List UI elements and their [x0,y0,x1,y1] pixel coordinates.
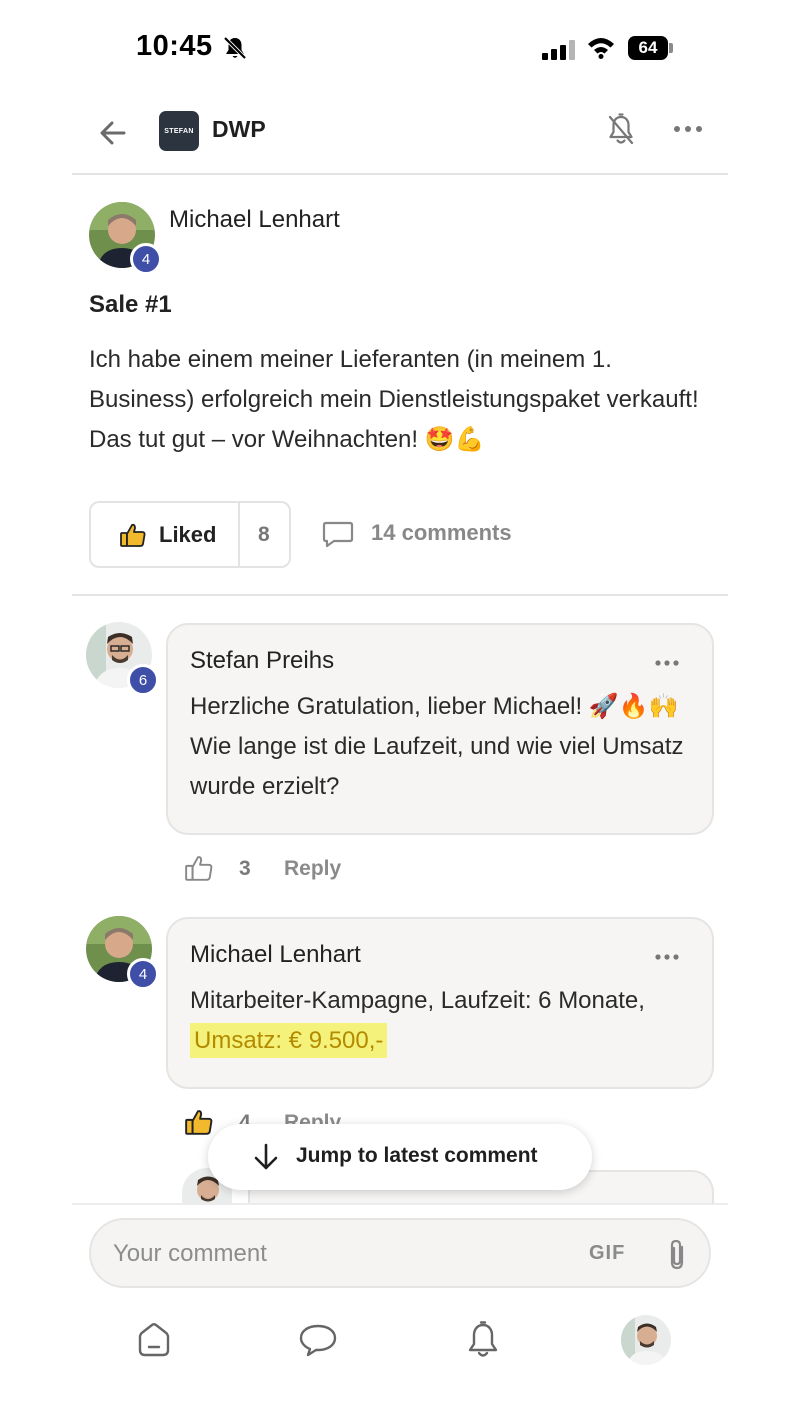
status-bar: 10:45 64 [0,0,800,96]
group-logo[interactable]: STEFAN [159,111,199,151]
jump-to-latest-label: Jump to latest comment [296,1144,538,1167]
comment-text-highlight: Umsatz: € 9.500,- [190,1023,388,1058]
jump-to-latest-button[interactable]: Jump to latest comment [208,1124,592,1190]
group-logo-text: STEFAN [164,127,194,135]
profile-avatar[interactable] [621,1315,671,1365]
like-divider [238,503,240,566]
comment-like-count: 3 [239,857,251,880]
post-divider [72,594,728,596]
comment-bubble-icon[interactable] [322,520,354,548]
comment-author-level-badge: 6 [127,664,159,696]
comments-count-link[interactable]: 14 comments [371,520,512,546]
battery-indicator: 64 [628,36,668,60]
cellular-signal-icon [542,38,576,60]
comment-input[interactable] [113,1236,573,1272]
thumbs-up-icon[interactable] [184,853,214,883]
thumbs-up-filled-icon[interactable] [184,1107,214,1137]
comment-bubble: Stefan Preihs Herzliche Gratulation, lie… [166,623,714,835]
post-author-name[interactable]: Michael Lenhart [169,206,340,234]
thumbs-up-filled-icon [120,523,146,547]
bell-off-icon [223,36,247,60]
battery-tip [669,43,673,53]
reply-button[interactable]: Reply [284,857,341,881]
like-count[interactable]: 8 [258,523,270,547]
more-options-icon[interactable] [672,123,704,135]
like-label: Liked [159,522,217,547]
notification-bell-off-icon[interactable] [606,112,636,148]
status-time: 10:45 [136,30,213,62]
comment-composer[interactable]: GIF [89,1218,711,1288]
comment-more-options-icon[interactable] [654,659,680,667]
notifications-icon[interactable] [463,1320,503,1360]
home-icon[interactable] [134,1320,174,1360]
post-author-level-badge: 4 [130,243,162,275]
comment-author-name[interactable]: Michael Lenhart [190,941,361,969]
arrow-down-icon [254,1143,278,1170]
like-button[interactable]: Liked 8 [89,501,291,568]
group-name[interactable]: DWP [212,116,266,143]
paperclip-icon[interactable] [665,1238,689,1272]
chat-icon[interactable] [298,1320,338,1360]
comment-bubble: Michael Lenhart Mitarbeiter-Kampagne, La… [166,917,714,1089]
header: STEFAN DWP [72,96,728,175]
comment-author-level-badge: 4 [127,958,159,990]
comment-more-options-icon[interactable] [654,953,680,961]
comment-text-plain: Mitarbeiter-Kampagne, Laufzeit: 6 Monate… [190,987,645,1014]
back-arrow-icon[interactable] [98,118,128,148]
comment-text: Mitarbeiter-Kampagne, Laufzeit: 6 Monate… [190,981,690,1061]
post-title: Sale #1 [89,291,172,318]
gif-button[interactable]: GIF [589,1242,625,1265]
wifi-icon [588,38,614,59]
comment-text: Herzliche Gratulation, lieber Michael! 🚀… [190,693,684,800]
comment-author-name[interactable]: Stefan Preihs [190,647,334,675]
post-body: Ich habe einem meiner Lieferanten (in me… [89,346,699,453]
